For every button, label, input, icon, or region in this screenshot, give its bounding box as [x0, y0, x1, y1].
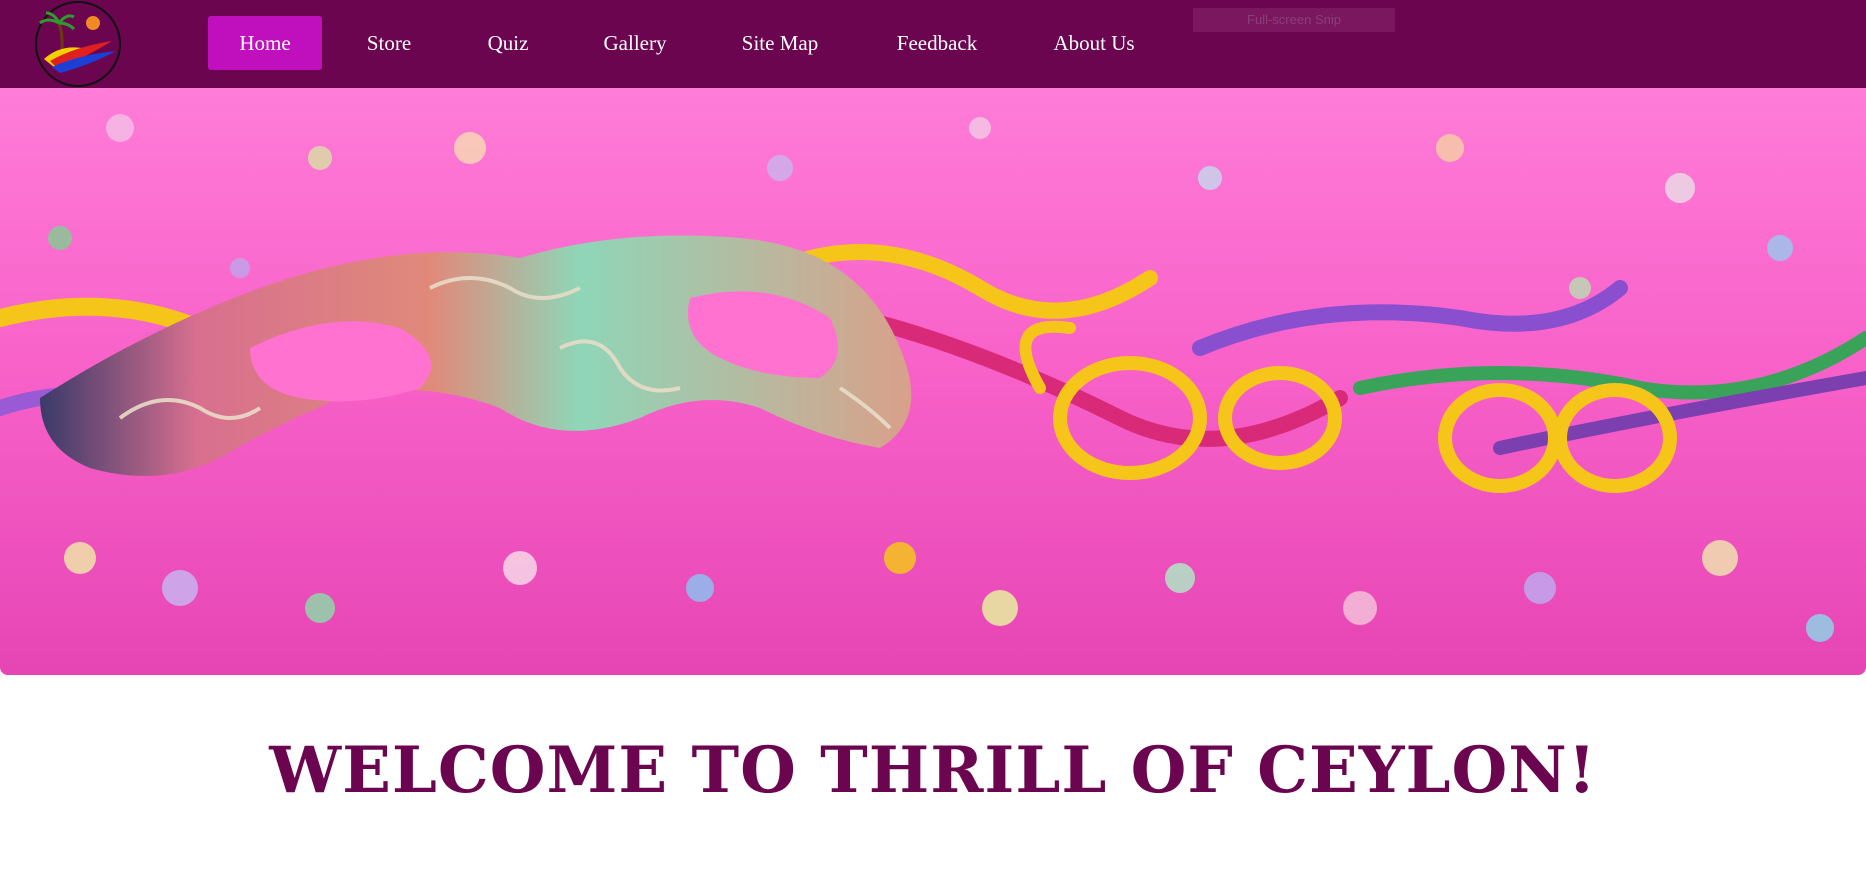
nav-site-map[interactable]: Site Map — [730, 16, 830, 70]
nav-gallery[interactable]: Gallery — [594, 16, 676, 70]
carnival-mask-image — [0, 88, 1866, 675]
nav-store[interactable]: Store — [356, 16, 422, 70]
page-title: WELCOME TO THRILL OF CEYLON! — [269, 733, 1597, 808]
nav-feedback[interactable]: Feedback — [884, 16, 990, 70]
top-navbar: Home Store Quiz Gallery Site Map Feedbac… — [0, 0, 1866, 88]
palm-sun-wave-logo-icon[interactable] — [34, 1, 122, 87]
nav-home[interactable]: Home — [208, 16, 322, 70]
nav-about-us[interactable]: About Us — [1044, 16, 1144, 70]
nav-quiz[interactable]: Quiz — [476, 16, 540, 70]
full-screen-snip-tag: Full-screen Snip — [1193, 8, 1395, 32]
hero-banner-image — [0, 88, 1866, 675]
